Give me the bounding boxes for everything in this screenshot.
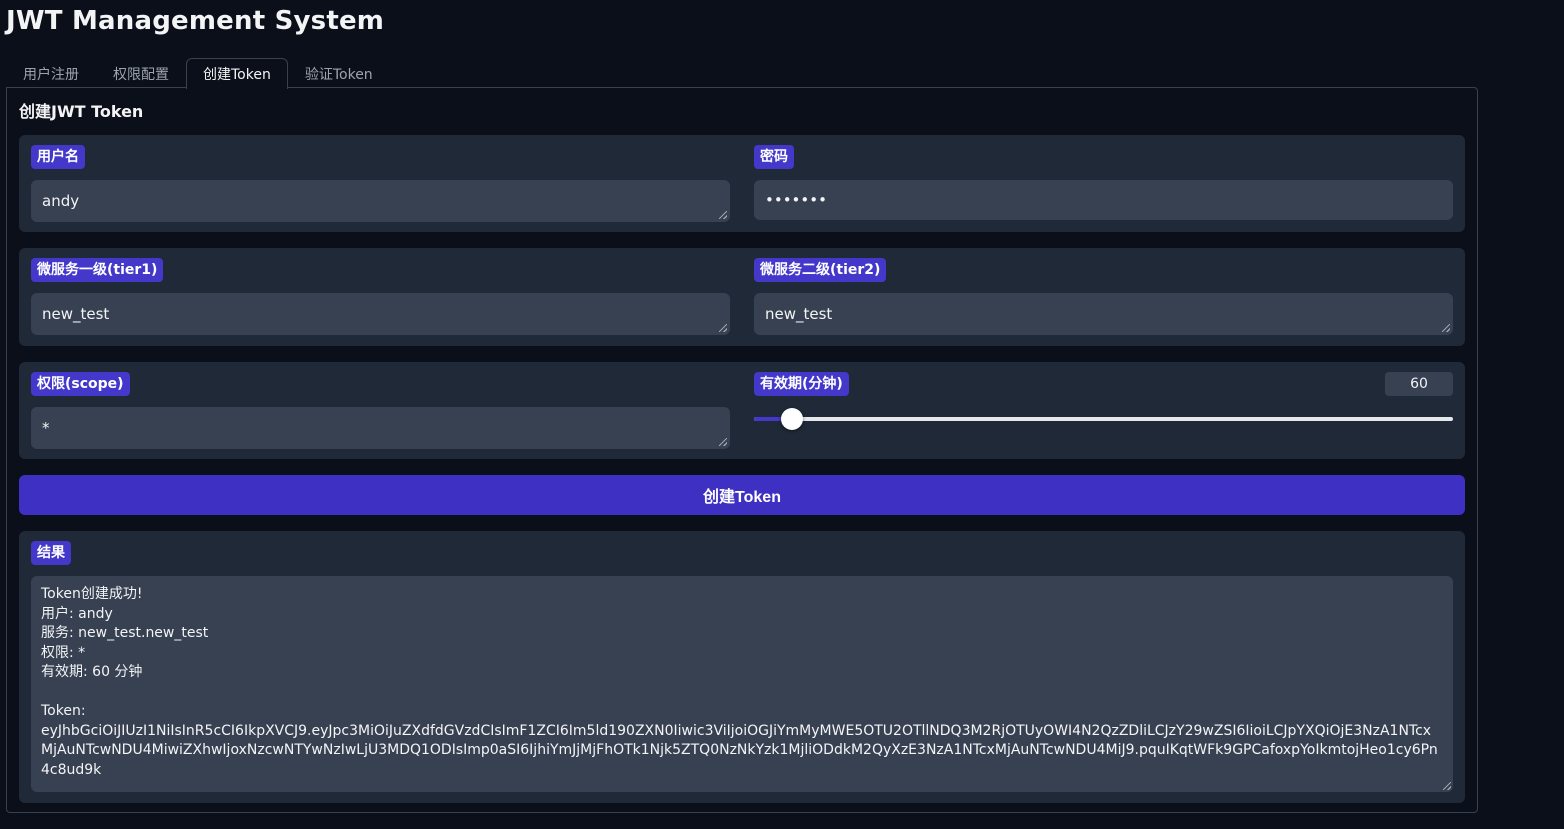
resize-handle-icon[interactable] xyxy=(719,211,727,219)
resize-handle-icon[interactable] xyxy=(719,438,727,446)
result-line: Token: xyxy=(41,703,86,719)
tier1-value: new_test xyxy=(42,305,110,323)
resize-handle-icon[interactable] xyxy=(719,324,727,332)
result-label: 结果 xyxy=(31,541,71,565)
result-line: 有效期: 60 分钟 xyxy=(41,664,143,680)
tier2-input[interactable]: new_test xyxy=(754,293,1453,335)
password-input[interactable]: ••••••• xyxy=(754,180,1453,220)
expiry-slider-thumb[interactable] xyxy=(780,408,803,430)
tier2-value: new_test xyxy=(765,305,833,323)
tier1-label: 微服务一级(tier1) xyxy=(31,258,164,282)
scope-value: * xyxy=(42,419,50,437)
result-line: 用户: andy xyxy=(41,605,113,622)
result-line xyxy=(41,683,1443,703)
tab-verify-token[interactable]: 验证Token xyxy=(288,58,390,88)
tab-user-register[interactable]: 用户注册 xyxy=(6,58,96,88)
scope-expiry-row: 权限(scope) * 有效期(分钟) 60 xyxy=(19,362,1465,459)
resize-handle-icon[interactable] xyxy=(1443,782,1451,790)
scope-input[interactable]: * xyxy=(31,407,730,449)
resize-handle-icon[interactable] xyxy=(1442,324,1450,332)
password-field-group: 密码 ••••••• xyxy=(754,145,1453,220)
password-value: ••••••• xyxy=(765,191,827,209)
panel-title: 创建JWT Token xyxy=(19,102,144,121)
result-row: 结果 Token创建成功! 用户: andy 服务: new_test.new_… xyxy=(19,531,1465,803)
expiry-slider[interactable] xyxy=(754,408,1453,430)
tier2-label: 微服务二级(tier2) xyxy=(754,258,887,282)
tier2-field-group: 微服务二级(tier2) new_test xyxy=(754,258,1453,335)
expiry-label: 有效期(分钟) xyxy=(754,372,849,396)
username-value: andy xyxy=(42,192,80,210)
tab-create-token[interactable]: 创建Token xyxy=(186,58,288,89)
tab-permission-config[interactable]: 权限配置 xyxy=(96,58,186,88)
expiry-field-group: 有效期(分钟) 60 xyxy=(754,372,1453,430)
tier1-input[interactable]: new_test xyxy=(31,293,730,335)
service-tier-row: 微服务一级(tier1) new_test 微服务二级(tier2) new_t… xyxy=(19,248,1465,346)
result-token-value: eyJhbGciOiJIUzI1NiIsInR5cCI6IkpXVCJ9.eyJ… xyxy=(41,722,1438,778)
result-line: 权限: * xyxy=(41,644,86,661)
scope-label: 权限(scope) xyxy=(31,372,130,396)
create-token-panel: 创建JWT Token 用户名 andy 密码 ••••••• 微服务一级(ti… xyxy=(6,87,1478,813)
credentials-row: 用户名 andy 密码 ••••••• xyxy=(19,135,1465,232)
result-line: Token创建成功! xyxy=(41,586,143,602)
scope-field-group: 权限(scope) * xyxy=(31,372,730,449)
create-token-button[interactable]: 创建Token xyxy=(19,475,1465,515)
password-label: 密码 xyxy=(754,145,794,169)
result-line: 服务: new_test.new_test xyxy=(41,625,209,641)
app-title: JWT Management System xyxy=(6,6,385,36)
username-field-group: 用户名 andy xyxy=(31,145,730,222)
tier1-field-group: 微服务一级(tier1) new_test xyxy=(31,258,730,335)
username-label: 用户名 xyxy=(31,145,85,169)
expiry-number-input[interactable]: 60 xyxy=(1385,372,1453,396)
tab-bar: 用户注册 权限配置 创建Token 验证Token xyxy=(6,58,390,89)
result-output[interactable]: Token创建成功! 用户: andy 服务: new_test.new_tes… xyxy=(31,576,1453,792)
username-input[interactable]: andy xyxy=(31,180,730,222)
result-field-group: 结果 Token创建成功! 用户: andy 服务: new_test.new_… xyxy=(31,541,1453,792)
